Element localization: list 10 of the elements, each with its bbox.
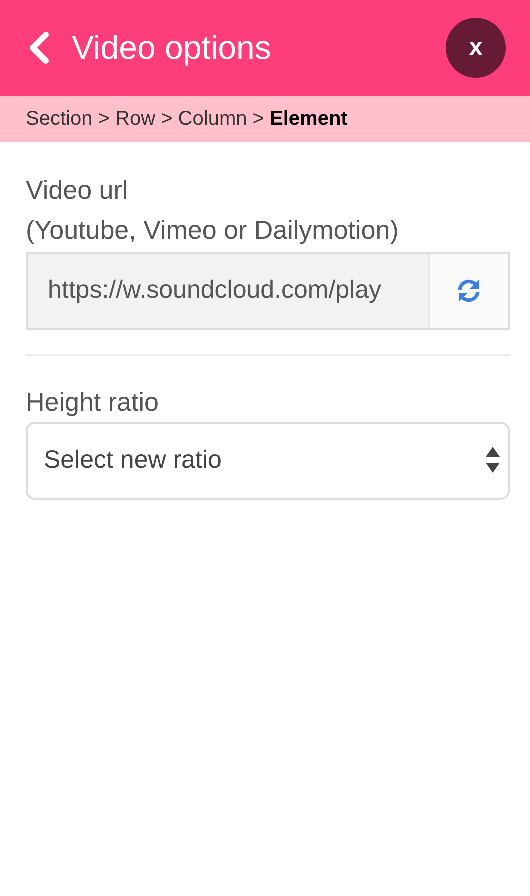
- close-button[interactable]: x: [446, 18, 506, 78]
- up-down-icon: [486, 447, 500, 473]
- field-hint: (Youtube, Vimeo or Dailymotion): [26, 214, 400, 247]
- chevron-left-icon: [28, 32, 50, 64]
- header-title: Video options: [72, 28, 272, 68]
- field-label: Height ratio: [26, 386, 160, 419]
- back-button[interactable]: [28, 32, 50, 64]
- breadcrumb-text: Section > Row > Column > Element: [0, 96, 530, 142]
- field-label: Video url: [26, 174, 130, 207]
- ratio-select[interactable]: Select new ratio: [26, 422, 510, 500]
